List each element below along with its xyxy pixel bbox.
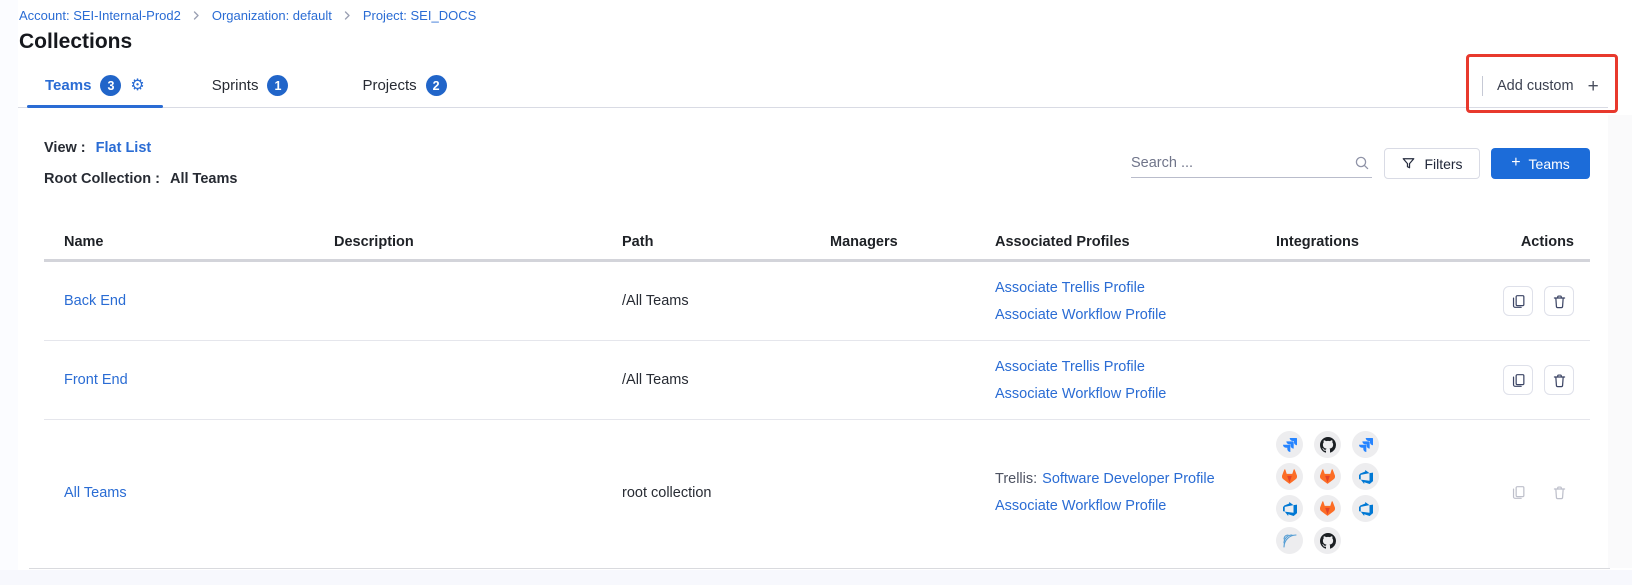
bottom-strip [0,570,1632,585]
search-box [1131,150,1372,178]
plus-icon: + [1511,155,1520,171]
github-icon [1314,431,1341,458]
new-teams-label: Teams [1529,156,1570,172]
tab-projects-count-badge: 2 [426,75,447,96]
add-custom-label: Add custom [1497,78,1574,94]
chevron-right-icon [192,11,201,20]
filter-funnel-icon [1401,156,1416,171]
profile-link-software-developer-profile[interactable]: Software Developer Profile [1042,471,1214,487]
delete-collection-button[interactable] [1544,286,1574,316]
plus-icon: + [1588,77,1599,96]
delete-collection-button[interactable] [1544,365,1574,395]
new-teams-button[interactable]: + Teams [1491,148,1590,179]
view-row: View : Flat List [44,140,151,156]
column-header-associated-profiles: Associated Profiles [995,234,1276,250]
tab-teams-label: Teams [45,77,91,94]
add-custom-button[interactable]: Add custom + [1482,64,1599,108]
profile-prefix: Trellis: [995,471,1037,487]
profile-link-associate-trellis-profile[interactable]: Associate Trellis Profile [995,359,1145,375]
table-row-back-end: Back End/All Teams Associate Trellis Prof… [44,262,1590,341]
tab-sprints[interactable]: Sprints 1 [194,64,307,107]
column-header-description: Description [334,234,622,250]
column-header-integrations: Integrations [1276,234,1502,250]
actions-cell [1503,286,1574,316]
profile-line: Associate Trellis Profile [995,359,1276,375]
github-icon [1314,527,1341,554]
collection-name-link[interactable]: All Teams [64,485,127,501]
profile-link-associate-workflow-profile[interactable]: Associate Workflow Profile [995,307,1166,323]
breadcrumb: Account: SEI-Internal-Prod2 Organization… [19,8,476,23]
profile-link-associate-workflow-profile[interactable]: Associate Workflow Profile [995,498,1166,514]
azure-devops-icon [1352,463,1379,490]
path-cell: root collection [622,485,830,501]
associated-profiles-cell: Trellis: Software Developer Profile Associ… [995,471,1276,514]
tab-teams-count-badge: 3 [100,75,121,96]
gitlab-icon [1314,463,1341,490]
actions-cell [1503,365,1574,395]
tab-sprints-label: Sprints [212,77,259,94]
gear-icon[interactable]: ⚙ [130,77,144,93]
actions-cell [1503,478,1574,508]
breadcrumb-organization-link[interactable]: Organization: default [212,8,332,23]
tab-sprints-count-badge: 1 [267,75,288,96]
integrations-grid [1276,431,1502,554]
breadcrumb-project-link[interactable]: Project: SEI_DOCS [363,8,476,23]
vertical-divider [1482,76,1483,96]
right-gutter [1608,115,1632,568]
jira-icon [1276,431,1303,458]
copy-collection-button [1503,478,1533,508]
column-header-name: Name [64,234,334,250]
copy-collection-button[interactable] [1503,365,1533,395]
copy-collection-button[interactable] [1503,286,1533,316]
search-input[interactable] [1131,150,1341,176]
sonarqube-icon [1276,527,1303,554]
filters-button[interactable]: Filters [1384,148,1480,179]
azure-devops-icon [1352,495,1379,522]
profile-link-associate-trellis-profile[interactable]: Associate Trellis Profile [995,280,1145,296]
search-icon[interactable] [1354,155,1370,176]
root-collection-value: All Teams [170,171,237,187]
collection-name-link[interactable]: Back End [64,293,126,309]
table-row-front-end: Front End/All Teams Associate Trellis Pro… [44,341,1590,420]
filters-label: Filters [1424,156,1462,172]
tab-teams[interactable]: Teams 3 ⚙ [27,64,163,107]
table-header-row: NameDescriptionPathManagersAssociated Pr… [44,224,1590,262]
table-row-all-teams: All Teams root collection Trellis: Software… [44,420,1590,565]
delete-collection-button [1544,478,1574,508]
tab-projects[interactable]: Projects 2 [344,64,464,107]
view-flat-list-link[interactable]: Flat List [96,140,152,156]
path-cell: /All Teams [622,372,830,388]
root-collection-row: Root Collection : All Teams [44,171,237,187]
profile-link-associate-workflow-profile[interactable]: Associate Workflow Profile [995,386,1166,402]
table-body: Back End/All Teams Associate Trellis Prof… [44,262,1590,565]
root-collection-label: Root Collection : [44,171,160,187]
profile-line: Associate Workflow Profile [995,498,1276,514]
collection-name-link[interactable]: Front End [64,372,128,388]
bottom-divider [29,568,1610,569]
view-label: View : [44,140,86,156]
gitlab-icon [1314,495,1341,522]
tab-projects-label: Projects [362,77,416,94]
gitlab-icon [1276,463,1303,490]
left-gutter [0,0,18,585]
profile-line: Associate Workflow Profile [995,386,1276,402]
profile-line: Trellis: Software Developer Profile [995,471,1276,487]
breadcrumb-account-link[interactable]: Account: SEI-Internal-Prod2 [19,8,181,23]
integrations-cell [1276,431,1502,554]
profile-line: Associate Trellis Profile [995,280,1276,296]
collections-table: NameDescriptionPathManagersAssociated Pr… [44,224,1590,565]
jira-icon [1352,431,1379,458]
column-header-actions: Actions [1502,234,1590,250]
path-cell: /All Teams [622,293,830,309]
column-header-path: Path [622,234,830,250]
collections-page: Account: SEI-Internal-Prod2 Organization… [0,0,1632,585]
associated-profiles-cell: Associate Trellis Profile Associate Workf… [995,359,1276,402]
profile-line: Associate Workflow Profile [995,307,1276,323]
azure-devops-icon [1276,495,1303,522]
page-title: Collections [19,30,132,54]
tab-bar: Teams 3 ⚙ Sprints 1 Projects 2 [18,64,1608,108]
chevron-right-icon [343,11,352,20]
associated-profiles-cell: Associate Trellis Profile Associate Workf… [995,280,1276,323]
column-header-managers: Managers [830,234,995,250]
